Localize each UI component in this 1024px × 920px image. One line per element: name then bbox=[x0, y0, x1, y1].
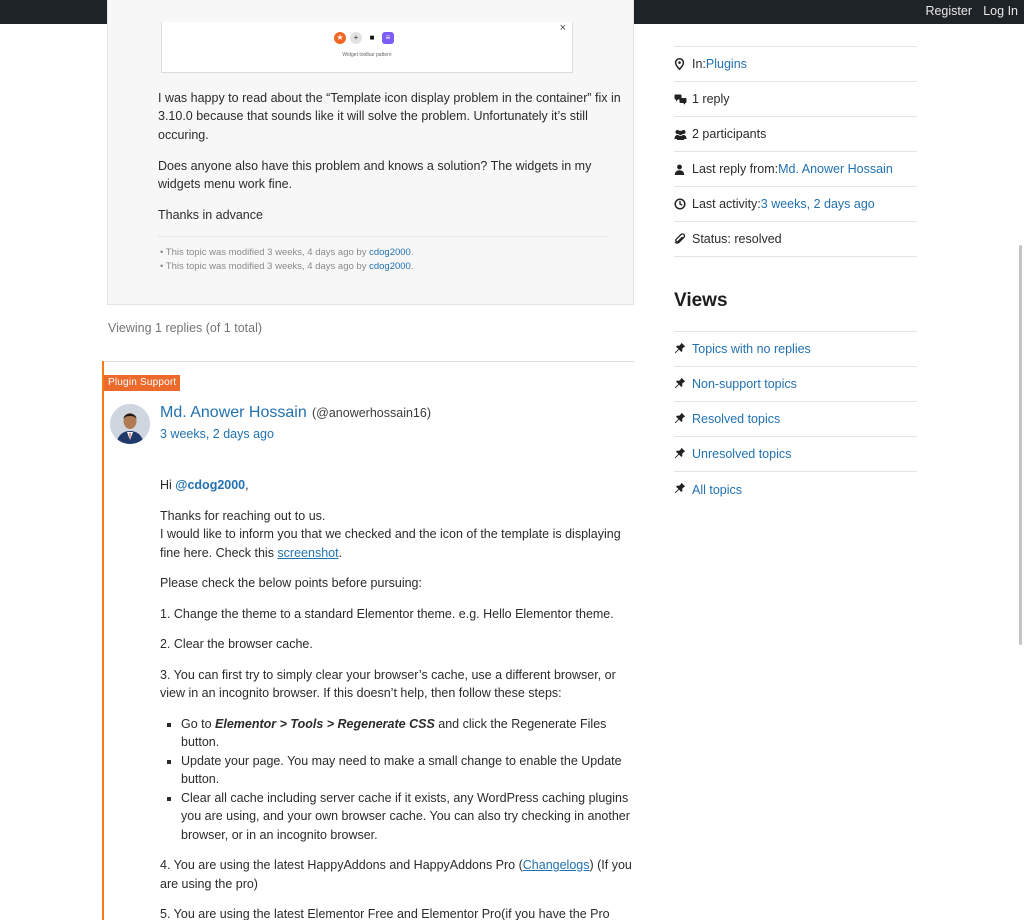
last-activity-link[interactable]: 3 weeks, 2 days ago bbox=[761, 197, 875, 211]
view-item: All topics bbox=[674, 472, 917, 507]
login-link[interactable]: Log In bbox=[983, 4, 1018, 18]
revision-user-link[interactable]: cdog2000 bbox=[369, 247, 411, 258]
view-item: Non-support topics bbox=[674, 367, 917, 402]
reply-author-handle: (@anowerhossain16) bbox=[312, 406, 432, 420]
list-item: Clear all cache including server cache i… bbox=[181, 789, 638, 845]
reply-paragraph: 2. Clear the browser cache. bbox=[160, 637, 313, 651]
view-link-no-replies[interactable]: Topics with no replies bbox=[692, 342, 811, 356]
info-replies: 1 reply bbox=[674, 82, 917, 117]
view-item: Topics with no replies bbox=[674, 332, 917, 367]
reply-content: Hi @cdog2000, Thanks for reaching out to… bbox=[160, 476, 638, 920]
plugin-support-badge: Plugin Support bbox=[104, 375, 181, 391]
happy-addons-icon: ★ bbox=[334, 32, 346, 44]
reply-paragraph: 1. Change the theme to a standard Elemen… bbox=[160, 606, 614, 621]
register-link[interactable]: Register bbox=[925, 4, 972, 18]
view-link-resolved[interactable]: Resolved topics bbox=[692, 412, 780, 426]
embedded-screenshot: × ★ + ■ ≡ Widget toolbar pattern bbox=[161, 22, 573, 73]
close-icon: × bbox=[559, 22, 566, 34]
revision-item: This topic was modified 3 weeks, 4 days … bbox=[160, 260, 414, 274]
last-reply-author-link[interactable]: Md. Anower Hossain bbox=[778, 162, 893, 176]
pushpin-icon bbox=[674, 482, 692, 497]
revision-user-link[interactable]: cdog2000 bbox=[369, 261, 411, 272]
info-participants: 2 participants bbox=[674, 117, 917, 152]
pushpin-icon bbox=[674, 412, 692, 427]
divider bbox=[103, 361, 634, 362]
views-heading: Views bbox=[674, 290, 728, 311]
reply-paragraph: Please check the below points before pur… bbox=[160, 576, 422, 590]
screenshot-link[interactable]: screenshot bbox=[277, 546, 338, 560]
reply-author-link[interactable]: Md. Anower Hossain bbox=[160, 404, 307, 422]
topic-post: × ★ + ■ ≡ Widget toolbar pattern I was h… bbox=[107, 0, 634, 305]
steps-list: Go to Elementor > Tools > Regenerate CSS… bbox=[181, 715, 638, 845]
elementor-icon: ≡ bbox=[382, 32, 394, 44]
view-link-unresolved[interactable]: Unresolved topics bbox=[692, 447, 791, 461]
reply-greeting: Hi @cdog2000, bbox=[160, 478, 249, 492]
pushpin-icon bbox=[674, 447, 692, 462]
list-item: Go to Elementor > Tools > Regenerate CSS… bbox=[181, 715, 638, 752]
info-forum: In: Plugins bbox=[674, 47, 917, 82]
speech-bubbles-icon bbox=[674, 94, 692, 105]
clock-icon bbox=[674, 198, 692, 210]
widget-toolbar: ★ + ■ ≡ bbox=[334, 32, 394, 44]
views-list: Topics with no replies Non-support topic… bbox=[674, 331, 917, 507]
avatar[interactable] bbox=[110, 404, 150, 444]
viewing-count: Viewing 1 replies (of 1 total) bbox=[108, 321, 263, 335]
view-item: Resolved topics bbox=[674, 402, 917, 437]
forum-link[interactable]: Plugins bbox=[706, 57, 747, 71]
reply-paragraph: 3. You can first try to simply clear you… bbox=[160, 667, 616, 701]
view-link-non-support[interactable]: Non-support topics bbox=[692, 377, 797, 391]
plus-icon: + bbox=[350, 32, 362, 44]
location-pin-icon bbox=[674, 58, 692, 70]
reply-paragraph: 4. You are using the latest HappyAddons … bbox=[160, 858, 632, 891]
reply-permalink[interactable]: 3 weeks, 2 days ago bbox=[160, 427, 274, 441]
changelogs-link[interactable]: Changelogs bbox=[523, 858, 590, 872]
users-icon bbox=[674, 129, 692, 140]
folder-icon: ■ bbox=[366, 32, 378, 44]
revision-item: This topic was modified 3 weeks, 4 days … bbox=[160, 246, 414, 260]
pushpin-icon bbox=[674, 342, 692, 357]
topic-info: In: Plugins 1 reply 2 participants Last … bbox=[674, 46, 917, 257]
mention-link[interactable]: @cdog2000 bbox=[175, 478, 245, 492]
scrollbar[interactable] bbox=[1019, 245, 1022, 645]
list-item: Update your page. You may need to make a… bbox=[181, 752, 638, 789]
embed-caption: Widget toolbar pattern bbox=[342, 52, 392, 58]
divider bbox=[158, 236, 608, 237]
reply-paragraph: 5. You are using the latest Elementor Fr… bbox=[160, 907, 610, 920]
paperclip-icon bbox=[674, 233, 692, 245]
view-item: Unresolved topics bbox=[674, 437, 917, 472]
view-link-all[interactable]: All topics bbox=[692, 483, 742, 497]
info-last-reply: Last reply from: Md. Anower Hossain bbox=[674, 152, 917, 187]
reply-accent-bar bbox=[102, 361, 104, 920]
reply-paragraph: Thanks for reaching out to us. I would li… bbox=[160, 508, 621, 560]
revision-log: This topic was modified 3 weeks, 4 days … bbox=[160, 246, 414, 274]
pushpin-icon bbox=[674, 377, 692, 392]
topic-paragraph: Does anyone also have this problem and k… bbox=[158, 159, 592, 192]
topic-paragraph: I was happy to read about the “Template … bbox=[158, 91, 621, 142]
user-icon bbox=[674, 164, 692, 175]
info-status: Status: resolved bbox=[674, 222, 917, 257]
info-last-activity: Last activity: 3 weeks, 2 days ago bbox=[674, 187, 917, 222]
topic-paragraph: Thanks in advance bbox=[158, 208, 263, 222]
